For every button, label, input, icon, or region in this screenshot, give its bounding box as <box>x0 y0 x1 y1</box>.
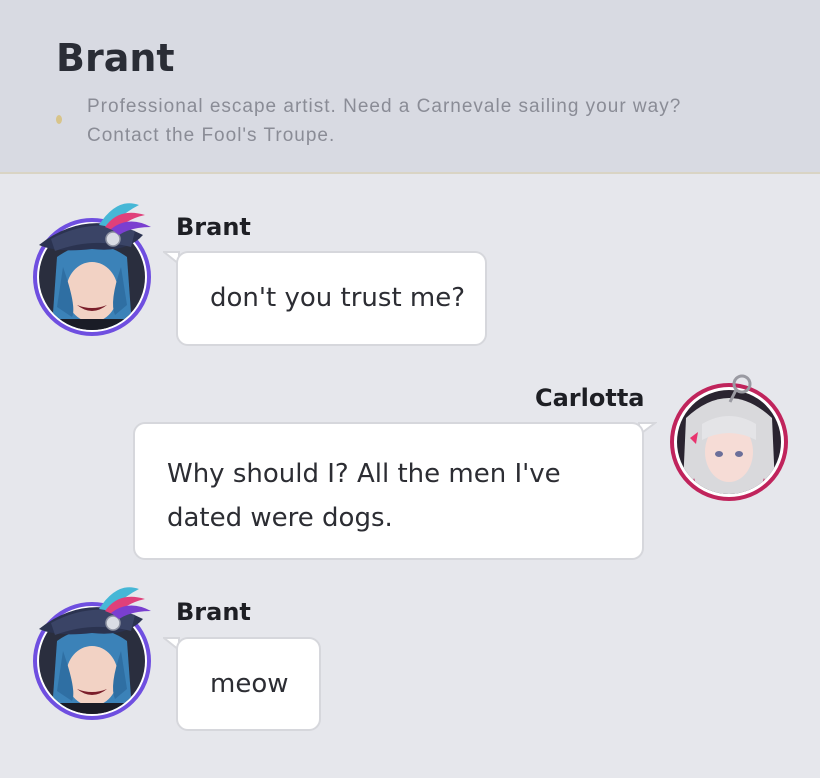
contact-name: Brant <box>56 36 175 80</box>
message-text: don't you trust me? <box>210 283 466 313</box>
sender-name: Brant <box>176 213 251 241</box>
chat-header: Brant Professional escape artist. Need a… <box>0 0 820 174</box>
brant-avatar[interactable] <box>33 587 151 720</box>
message-text: meow <box>210 669 289 699</box>
message-bubble: Why should I? All the men I've dated wer… <box>133 422 644 560</box>
sender-name: Carlotta <box>535 384 645 412</box>
message-bubble: meow <box>176 637 321 731</box>
contact-bio: Professional escape artist. Need a Carne… <box>87 96 682 146</box>
bio-bullet-icon <box>56 115 62 124</box>
message-text: Why should I? All the men I've dated wer… <box>167 459 561 533</box>
carlotta-avatar[interactable] <box>670 374 788 501</box>
brant-avatar[interactable] <box>33 203 151 336</box>
sender-name: Brant <box>176 598 251 626</box>
message-bubble: don't you trust me? <box>176 251 487 346</box>
